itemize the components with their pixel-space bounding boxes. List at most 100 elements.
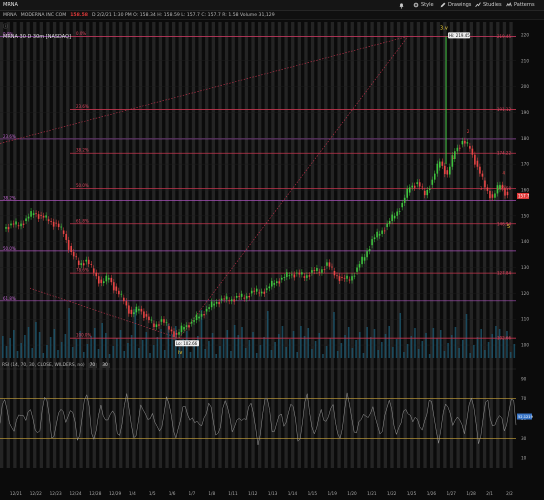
time-tick-label: 1/26 bbox=[427, 491, 437, 496]
session-band bbox=[79, 22, 83, 468]
price-tick-label: 160 bbox=[521, 188, 529, 193]
session-band bbox=[218, 22, 222, 468]
session-band bbox=[284, 22, 288, 468]
volume-bar bbox=[355, 340, 357, 358]
candle bbox=[153, 323, 155, 327]
volume-bar bbox=[403, 352, 405, 358]
volume-bar bbox=[322, 354, 324, 358]
candle bbox=[12, 223, 15, 225]
candle bbox=[396, 211, 398, 216]
price-tick-label: 100 bbox=[521, 343, 529, 348]
volume-bar bbox=[289, 339, 291, 358]
price-tick-label: 120 bbox=[521, 291, 529, 296]
candle bbox=[228, 300, 230, 302]
candle bbox=[316, 267, 318, 271]
time-tick-label: 1/22 bbox=[387, 491, 397, 496]
volume-bar bbox=[458, 348, 460, 358]
volume-bar bbox=[462, 340, 464, 358]
volume-bar bbox=[281, 326, 284, 358]
candle bbox=[102, 281, 105, 284]
time-tick-label: 2/2 bbox=[506, 491, 513, 496]
candle bbox=[376, 231, 378, 238]
volume-bar bbox=[152, 345, 155, 358]
candle bbox=[366, 251, 368, 258]
fib-label-purple: 61.8% bbox=[3, 296, 16, 301]
candle bbox=[168, 326, 170, 330]
volume-bar bbox=[108, 354, 111, 358]
volume-bar bbox=[248, 340, 251, 358]
candle bbox=[494, 193, 496, 198]
volume-bar bbox=[436, 338, 438, 358]
candle bbox=[276, 281, 278, 284]
rsi-tick-label: 30 bbox=[521, 436, 527, 441]
candle bbox=[200, 314, 203, 317]
session-band bbox=[363, 22, 368, 468]
volume-bar bbox=[395, 339, 398, 358]
candle bbox=[220, 298, 223, 301]
candle bbox=[42, 215, 45, 218]
candle bbox=[270, 280, 273, 287]
volume-bar bbox=[278, 334, 280, 358]
chart-title: MRNA 30 D 30m [NASDAQ] bbox=[3, 34, 71, 40]
candle bbox=[336, 275, 338, 277]
time-tick-label: 1/5 bbox=[149, 491, 156, 496]
candle bbox=[37, 214, 40, 219]
volume-bar bbox=[311, 349, 313, 358]
candle bbox=[351, 276, 353, 281]
session-band bbox=[403, 22, 407, 468]
time-tick-label: 1/8 bbox=[208, 491, 215, 496]
time-tick-label: 1/14 bbox=[288, 491, 298, 496]
candle bbox=[438, 161, 441, 168]
session-band bbox=[271, 22, 275, 468]
candle bbox=[466, 142, 469, 144]
volume-bar bbox=[300, 326, 302, 358]
candle bbox=[341, 277, 343, 278]
candle bbox=[301, 272, 303, 275]
candle bbox=[230, 299, 233, 302]
price-tick-label: 150 bbox=[521, 213, 529, 218]
volume-bar bbox=[215, 354, 218, 358]
candle bbox=[55, 222, 57, 224]
session-band bbox=[383, 22, 387, 468]
session-band bbox=[390, 22, 394, 468]
candle bbox=[416, 182, 419, 184]
volume-bar bbox=[388, 326, 390, 358]
candle bbox=[343, 277, 346, 279]
volume-bar bbox=[410, 336, 413, 358]
volume-bar bbox=[443, 351, 446, 358]
candle bbox=[449, 166, 451, 175]
candle bbox=[95, 272, 98, 277]
candle bbox=[371, 239, 373, 246]
candle bbox=[125, 301, 128, 306]
candle bbox=[393, 215, 396, 219]
candle bbox=[250, 290, 253, 294]
candle bbox=[140, 308, 143, 312]
rsi-level-high: 70 bbox=[87, 362, 98, 368]
candle bbox=[45, 215, 47, 218]
volume-bar bbox=[487, 342, 490, 358]
volume-bar bbox=[134, 309, 137, 358]
volume-bar bbox=[366, 327, 368, 358]
high-label: Hi: 219.45 bbox=[449, 33, 470, 38]
volume-bar bbox=[123, 351, 126, 358]
session-band bbox=[496, 22, 500, 468]
fib-label: 23.6% bbox=[76, 104, 89, 109]
time-tick-label: 12/28 bbox=[89, 491, 101, 496]
wave-label-iv: iv bbox=[178, 350, 182, 356]
candle bbox=[501, 184, 504, 189]
candle bbox=[120, 293, 123, 295]
volume-bar bbox=[358, 332, 361, 358]
volume-bar bbox=[75, 339, 78, 358]
candle bbox=[268, 286, 271, 289]
candle bbox=[313, 270, 316, 271]
time-tick-label: 1/15 bbox=[308, 491, 318, 496]
session-band bbox=[476, 22, 480, 468]
volume-bar bbox=[20, 343, 22, 358]
session-band bbox=[410, 22, 414, 468]
price-chart[interactable]: 0.0%23.6%38.2%50.0%61.8%0.0%219.4523.6%1… bbox=[0, 0, 544, 500]
session-band bbox=[125, 22, 129, 468]
candle bbox=[233, 299, 235, 302]
volume-bar bbox=[509, 352, 512, 358]
candle bbox=[444, 165, 446, 175]
candle bbox=[213, 303, 215, 306]
